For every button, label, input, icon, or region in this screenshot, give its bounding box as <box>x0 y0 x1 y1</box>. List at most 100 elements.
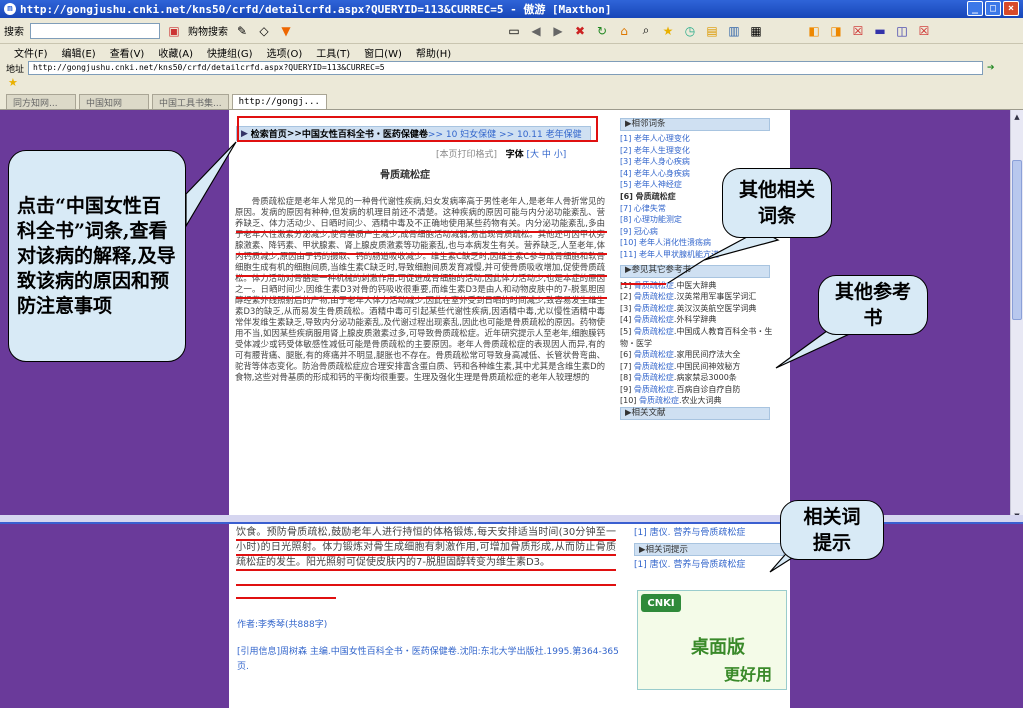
menu-item-window[interactable]: 窗口(W) <box>364 45 402 60</box>
ref-item[interactable]: [1] 骨质疏松症.中医大辞典 <box>620 280 784 292</box>
menu-item-options[interactable]: 选项(O) <box>267 45 303 60</box>
underline-5 <box>236 539 616 541</box>
article-title: 骨质疏松症 <box>380 170 430 181</box>
ref-item[interactable]: [7] 骨质疏松症.中国民间神效秘方 <box>620 361 784 373</box>
tab-bar: 同方知网... 中国知网 中国工具书集... http://gongj... <box>0 92 1023 110</box>
related-link-1[interactable]: [1] 老年人心理变化 <box>620 134 690 143</box>
callout-hint: 相关词提示 <box>780 500 884 560</box>
sidebar-icon[interactable]: ▦ <box>748 23 764 39</box>
maxthon-icon: m <box>4 3 16 15</box>
print-options: [本页打印格式] 字体 [大 中 小] <box>436 147 566 160</box>
refs-head-label: 参见其它参考书 <box>631 265 692 276</box>
menu-item-help[interactable]: 帮助(H) <box>416 45 451 60</box>
menu-item-view[interactable]: 查看(V) <box>110 45 145 60</box>
new-page-icon[interactable]: ▭ <box>506 23 522 39</box>
forward-icon[interactable]: ▶ <box>550 23 566 39</box>
minimize-button[interactable]: _ <box>967 1 983 16</box>
related-item[interactable]: [1] 老年人心理变化 <box>620 133 784 145</box>
scroll-up-icon[interactable]: ▲ <box>1012 111 1022 123</box>
doc-link-1[interactable]: [1] 唐仪. 营养与骨质疏松症 <box>634 528 745 538</box>
zoom-icon[interactable]: ◧ <box>806 23 822 39</box>
related-link-5[interactable]: [5] 老年人神经症 <box>620 180 682 189</box>
related-link-8[interactable]: [8] 心理功能测定 <box>620 215 682 224</box>
article-lower: 饮食。预防骨质疏松,鼓励老年人进行持恒的体格锻炼,每天安排适当时间(30分钟至一… <box>236 527 616 568</box>
hint-link-1[interactable]: [1] 唐仪. 营养与骨质疏松症 <box>634 560 745 570</box>
related-link-3[interactable]: [3] 老年人身心疾病 <box>620 157 690 166</box>
print-link[interactable]: [本页打印格式] <box>436 150 497 160</box>
vertical-scrollbar[interactable]: ▲ ▼ <box>1010 110 1023 523</box>
related-link-4[interactable]: [4] 老年人心身疾病 <box>620 169 690 178</box>
favorites-bar: ★ <box>0 76 1023 92</box>
favorites-icon[interactable]: ★ <box>660 23 676 39</box>
star-icon[interactable]: ★ <box>8 76 18 89</box>
ref-item[interactable]: [6] 骨质疏松症.家用民间疗法大全 <box>620 349 784 361</box>
maximize-button[interactable]: □ <box>985 1 1001 16</box>
close-button[interactable]: × <box>1003 1 1019 16</box>
menu-item-file[interactable]: 文件(F) <box>14 45 48 60</box>
ref-item[interactable]: [2] 骨质疏松症.汉英常用军事医学词汇 <box>620 291 784 303</box>
related-head-label: 相邻词条 <box>631 118 666 129</box>
menu-item-tools[interactable]: 工具(T) <box>316 45 350 60</box>
zoom-out-icon[interactable]: ◨ <box>828 23 844 39</box>
stop-icon[interactable]: ✖ <box>572 23 588 39</box>
author-link[interactable]: 作者:李秀琴(共888字) <box>237 617 327 630</box>
underline-related <box>621 283 666 285</box>
go-icon[interactable]: ➔ <box>987 63 995 73</box>
related-item[interactable]: [3] 老年人身心疾病 <box>620 156 784 168</box>
underline-6 <box>236 554 616 556</box>
related-link-10[interactable]: [10] 老年人消化性溃疡病 <box>620 238 711 247</box>
ref-item[interactable]: [4] 骨质疏松症.外科学辞典 <box>620 314 784 326</box>
shopping-search-icon[interactable]: ▣ <box>166 23 182 39</box>
window-title: http://gongjushu.cnki.net/kns50/crfd/det… <box>20 3 612 16</box>
restore-icon[interactable]: ◫ <box>894 23 910 39</box>
menu-item-groups[interactable]: 快捷组(G) <box>207 45 253 60</box>
tab-current[interactable]: http://gongj... <box>231 94 327 109</box>
related-link-11[interactable]: [11] 老年人甲状腺机能亢进 <box>620 250 719 259</box>
related-item[interactable]: [11] 老年人甲状腺机能亢进 <box>620 249 784 261</box>
search-label: 搜索 <box>4 27 24 38</box>
search-icon[interactable]: ⌕ <box>638 23 654 39</box>
close-all-icon[interactable]: ☒ <box>916 23 932 39</box>
desktop-ad[interactable]: CNKI 桌面版 更好用 <box>637 590 787 690</box>
history-icon[interactable]: ◷ <box>682 23 698 39</box>
menu-item-favorites[interactable]: 收藏(A) <box>158 45 193 60</box>
scroll-thumb[interactable] <box>1012 160 1022 320</box>
hint-item[interactable]: [1] 唐仪. 营养与骨质疏松症 <box>634 558 786 572</box>
article-paragraph: 骨质疏松症是老年人常见的一种骨代谢性疾病,妇女发病率高于男性老年人,是老年人骨折… <box>235 196 605 382</box>
book-icon[interactable]: ▥ <box>726 23 742 39</box>
menu-item-edit[interactable]: 编辑(E) <box>62 45 96 60</box>
tab-cnki-1[interactable]: 同方知网... <box>6 94 76 109</box>
doc-item[interactable]: [1] 唐仪. 营养与骨质疏松症 <box>634 526 786 540</box>
ref-item[interactable]: [10] 骨质疏松症.农业大词典 <box>620 395 784 407</box>
window-icon[interactable]: ▬ <box>872 23 888 39</box>
ref-item[interactable]: [3] 骨质疏松症.英汉汉英航空医学词典 <box>620 303 784 315</box>
search-input[interactable] <box>30 22 160 39</box>
shopping-search-label[interactable]: 购物搜索 <box>188 23 228 38</box>
refresh-icon[interactable]: ↻ <box>594 23 610 39</box>
related-item[interactable]: [2] 老年人生理变化 <box>620 145 784 157</box>
home-icon[interactable]: ⌂ <box>616 23 632 39</box>
ref-item[interactable]: [8] 骨质疏松症.病家禁忌3000条 <box>620 372 784 384</box>
download-icon[interactable]: ▼ <box>278 23 294 39</box>
back-icon[interactable]: ◀ <box>528 23 544 39</box>
underline-7 <box>236 569 616 571</box>
eraser-icon[interactable]: ◇ <box>256 23 272 39</box>
related-link-2[interactable]: [2] 老年人生理变化 <box>620 146 690 155</box>
ad-line1: 桌面版 <box>691 637 745 658</box>
related-link-7[interactable]: [7] 心律失常 <box>620 204 666 213</box>
address-input[interactable]: http://gongjushu.cnki.net/kns50/crfd/det… <box>28 61 984 75</box>
ref-item[interactable]: [9] 骨质疏松症.百病自诊自疗自防 <box>620 384 784 396</box>
article-body: 骨质疏松症是老年人常见的一种骨代谢性疾病,妇女发病率高于男性老年人,是老年人骨折… <box>235 196 605 524</box>
tool-icon[interactable]: ✎ <box>234 23 250 39</box>
address-label: 地址 <box>6 64 25 75</box>
related-item[interactable]: [10] 老年人消化性溃疡病 <box>620 237 784 249</box>
callout-refs: 其他参考书 <box>818 275 928 335</box>
folder-icon[interactable]: ▤ <box>704 23 720 39</box>
window-titlebar: m http://gongjushu.cnki.net/kns50/crfd/d… <box>0 0 1023 18</box>
tab-cnki-2[interactable]: 中国知网 <box>79 94 149 109</box>
ref-item[interactable]: [5] 骨质疏松症.中国成人教育百科全书・生物・医学 <box>620 326 784 349</box>
font-size-links[interactable]: [大 中 小] <box>527 150 567 160</box>
close-tab-icon[interactable]: ☒ <box>850 23 866 39</box>
related-link-9[interactable]: [9] 冠心病 <box>620 227 658 236</box>
tab-reference-tools[interactable]: 中国工具书集... <box>152 94 229 109</box>
